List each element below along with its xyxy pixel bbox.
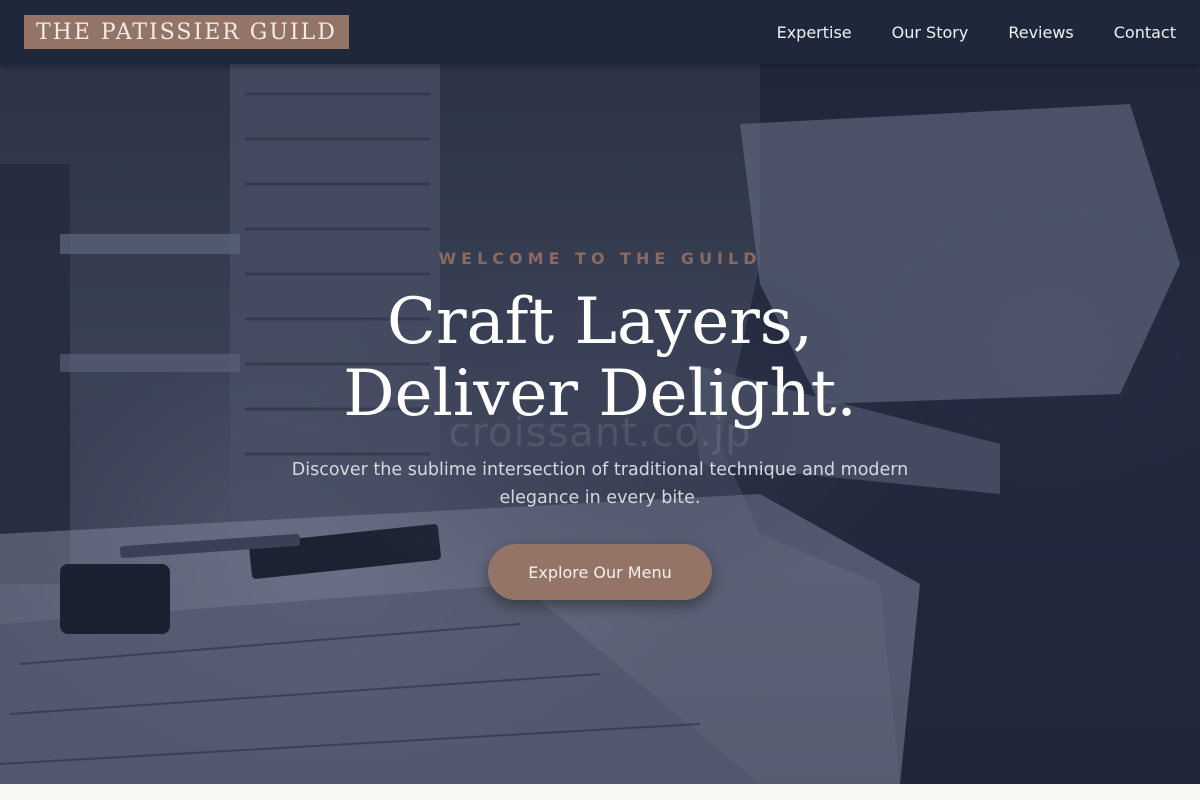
hero-headline-line-1: Craft Layers, — [387, 285, 813, 359]
site-header: THE PATISSIER GUILD Expertise Our Story … — [0, 0, 1200, 64]
explore-menu-button[interactable]: Explore Our Menu — [488, 544, 712, 600]
hero-section: WELCOME TO THE GUILD Craft Layers, Deliv… — [0, 64, 1200, 784]
hero-eyebrow: WELCOME TO THE GUILD — [438, 249, 762, 268]
image-watermark: croissant.co.jp — [448, 410, 752, 456]
page-content-below — [0, 784, 1200, 800]
brand-logo[interactable]: THE PATISSIER GUILD — [24, 15, 349, 49]
hero-content: WELCOME TO THE GUILD Craft Layers, Deliv… — [200, 64, 1000, 784]
nav-link-contact[interactable]: Contact — [1114, 23, 1176, 42]
nav-link-expertise[interactable]: Expertise — [777, 23, 852, 42]
nav-link-our-story[interactable]: Our Story — [892, 23, 969, 42]
hero-headline: Craft Layers, Deliver Delight. — [200, 286, 1000, 430]
nav-link-reviews[interactable]: Reviews — [1008, 23, 1073, 42]
main-nav: Expertise Our Story Reviews Contact — [777, 23, 1176, 42]
hero-subtitle: Discover the sublime intersection of tra… — [291, 460, 909, 508]
